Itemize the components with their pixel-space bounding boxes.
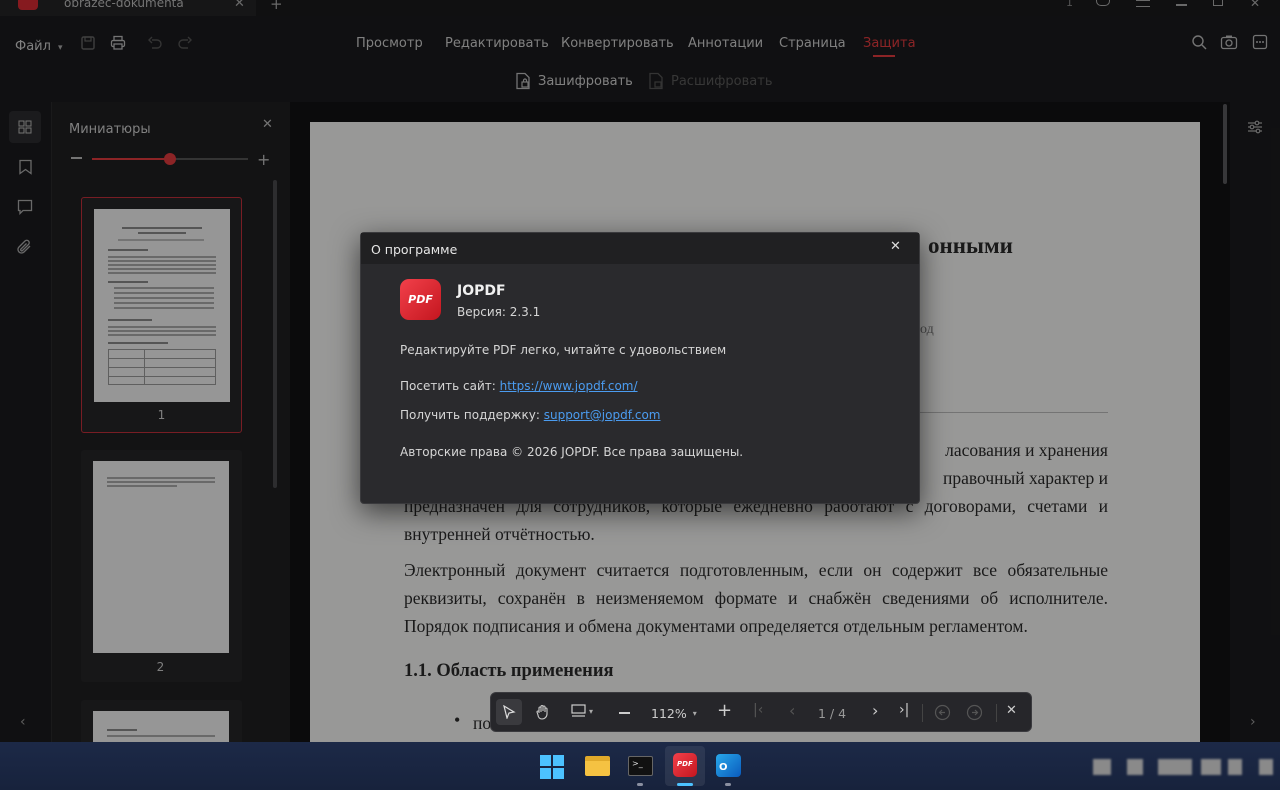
page-indicator[interactable]: 1 / 4 [818, 706, 846, 721]
page-layout-dropdown[interactable]: ▾ [571, 704, 593, 718]
copyright-text: Авторские права © 2026 JOPDF. Все права … [400, 445, 744, 459]
system-tray-icon[interactable] [1127, 759, 1143, 775]
show-desktop-icon[interactable] [1259, 759, 1273, 775]
toolbar-divider [996, 704, 997, 722]
file-explorer-icon[interactable] [585, 756, 610, 776]
viewer-toolbar: ▾ 112% ▾ + |‹ ‹ 1 / 4 › ›| ✕ [490, 692, 1032, 732]
website-link[interactable]: https://www.jopdf.com/ [500, 379, 638, 393]
page-layout-icon [571, 704, 586, 717]
taskbar-indicator [725, 783, 731, 786]
zoom-level-dropdown[interactable]: 112% ▾ [651, 706, 697, 721]
last-page-icon[interactable]: ›| [899, 702, 909, 718]
taskbar-indicator [677, 783, 693, 786]
dialog-title: О программе [371, 242, 458, 257]
next-page-icon[interactable]: › [872, 701, 878, 720]
dialog-header: О программе ✕ [361, 233, 919, 264]
system-clock-blurred[interactable] [1158, 759, 1192, 775]
about-dialog: О программе ✕ PDF JOPDF Версия: 2.3.1 Ре… [360, 232, 920, 504]
close-toolbar-icon[interactable]: ✕ [1006, 703, 1017, 718]
zoom-in-icon[interactable]: + [717, 700, 732, 721]
cursor-arrow-icon [503, 705, 516, 719]
chevron-down-icon: ▾ [589, 706, 594, 716]
support-email-link[interactable]: support@jopdf.com [544, 408, 661, 422]
taskbar-indicator [637, 783, 643, 786]
zoom-value: 112% [651, 706, 687, 721]
system-tray-icon[interactable] [1201, 759, 1221, 775]
chevron-down-icon: ▾ [692, 709, 697, 718]
first-page-icon[interactable]: |‹ [753, 702, 763, 718]
website-label: Посетить сайт: [400, 379, 496, 393]
system-tray-icon[interactable] [1093, 759, 1111, 775]
terminal-icon[interactable]: >_ [628, 756, 653, 776]
app-name: JOPDF [457, 283, 506, 299]
history-back-icon[interactable] [934, 704, 951, 721]
toolbar-divider [922, 704, 923, 722]
dialog-close-icon[interactable]: ✕ [890, 239, 901, 254]
outlook-icon[interactable]: O [716, 754, 741, 777]
app-version: Версия: 2.3.1 [457, 305, 541, 319]
system-tray-icon[interactable] [1228, 759, 1242, 775]
select-tool-button[interactable] [496, 699, 522, 725]
jopdf-logo-icon: PDF [400, 279, 441, 320]
history-forward-icon[interactable] [966, 704, 983, 721]
windows-start-icon[interactable] [540, 755, 564, 779]
website-row: Посетить сайт: https://www.jopdf.com/ [400, 379, 638, 393]
app-tagline: Редактируйте PDF легко, читайте с удовол… [400, 343, 727, 357]
zoom-out-icon[interactable] [619, 712, 630, 714]
support-label: Получить поддержку: [400, 408, 540, 422]
logo-text: PDF [408, 293, 433, 306]
jopdf-taskbar-icon[interactable]: PDF [673, 753, 697, 777]
os-taskbar: >_ PDF O [0, 742, 1280, 790]
prev-page-icon[interactable]: ‹ [789, 701, 795, 720]
hand-tool-icon[interactable] [535, 704, 551, 720]
support-row: Получить поддержку: support@jopdf.com [400, 408, 661, 422]
